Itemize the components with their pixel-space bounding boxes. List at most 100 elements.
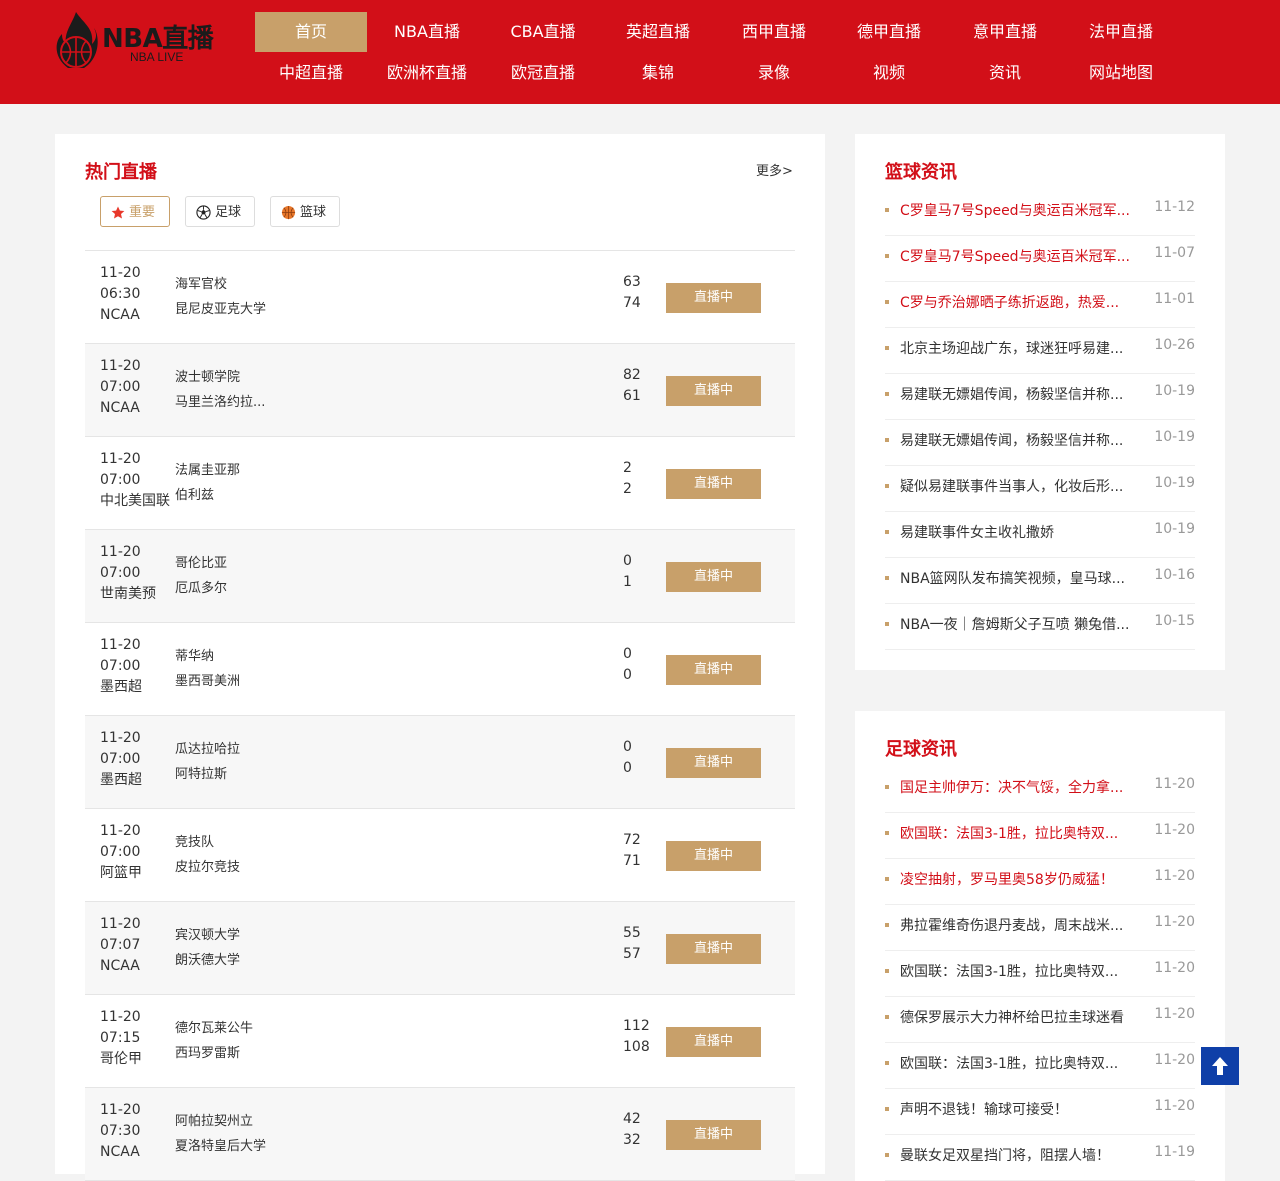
- nav-csl-live[interactable]: 中超直播: [255, 53, 367, 93]
- news-title[interactable]: 国足主帅伊万：决不气馁，全力拿...: [900, 777, 1145, 797]
- nav-laliga-live[interactable]: 西甲直播: [718, 12, 830, 52]
- nav-news[interactable]: 资讯: [949, 53, 1061, 93]
- home-score: 0: [623, 553, 632, 569]
- match-league: 中北美国联: [100, 493, 170, 509]
- news-title[interactable]: 德保罗展示大力神杯给巴拉圭球迷看: [900, 1007, 1145, 1027]
- news-item[interactable]: 欧国联：法国3-1胜，拉比奥特双... 11-20: [885, 951, 1195, 997]
- news-title[interactable]: NBA篮网队发布搞笑视频，皇马球...: [900, 568, 1145, 588]
- news-date: 11-20: [1154, 776, 1195, 792]
- news-title[interactable]: 弗拉霍维奇伤退丹麦战，周末战米...: [900, 915, 1145, 935]
- match-time: 11-20 07:00 世南美预: [100, 542, 156, 605]
- match-row[interactable]: 11-20 07:15 哥伦甲 德尔瓦莱公牛 西玛罗雷斯 112 108 直播中: [85, 995, 795, 1088]
- nav-euro-live[interactable]: 欧洲杯直播: [371, 53, 483, 93]
- nav-highlights[interactable]: 集锦: [602, 53, 714, 93]
- match-time: 11-20 07:00 墨西超: [100, 635, 142, 698]
- news-title[interactable]: 欧国联：法国3-1胜，拉比奥特双...: [900, 1053, 1145, 1073]
- match-row[interactable]: 11-20 07:00 NCAA 波士顿学院 马里兰洛约拉... 82 61 直播中: [85, 344, 795, 437]
- nav-sitemap[interactable]: 网站地图: [1065, 53, 1177, 93]
- news-item[interactable]: NBA一夜｜詹姆斯父子互喷 獭兔借... 10-15: [885, 604, 1195, 650]
- basketball-news-panel: 篮球资讯 C罗皇马7号Speed与奥运百米冠军... 11-12 C罗皇马7号Spe…: [855, 134, 1225, 670]
- news-item[interactable]: 欧国联：法国3-1胜，拉比奥特双... 11-20: [885, 1043, 1195, 1089]
- news-item[interactable]: C罗与乔治娜晒子练折返跑，热爱... 11-01: [885, 282, 1195, 328]
- news-item[interactable]: 疑似易建联事件当事人，化妆后形... 10-19: [885, 466, 1195, 512]
- news-item[interactable]: 德保罗展示大力神杯给巴拉圭球迷看 11-20: [885, 997, 1195, 1043]
- news-title[interactable]: C罗皇马7号Speed与奥运百米冠军...: [900, 246, 1145, 266]
- live-button[interactable]: 直播中: [666, 748, 761, 778]
- match-time: 11-20 06:30 NCAA: [100, 263, 141, 326]
- news-item[interactable]: NBA篮网队发布搞笑视频，皇马球... 10-16: [885, 558, 1195, 604]
- news-item[interactable]: 国足主帅伊万：决不气馁，全力拿... 11-20: [885, 767, 1195, 813]
- nav-home[interactable]: 首页: [255, 12, 367, 52]
- live-button[interactable]: 直播中: [666, 655, 761, 685]
- news-item[interactable]: 易建联无嫖娼传闻，杨毅坚信并称... 10-19: [885, 420, 1195, 466]
- news-title[interactable]: C罗皇马7号Speed与奥运百米冠军...: [900, 200, 1145, 220]
- nav-nba-live[interactable]: NBA直播: [371, 12, 483, 52]
- live-button[interactable]: 直播中: [666, 934, 761, 964]
- match-row[interactable]: 11-20 07:00 墨西超 瓜达拉哈拉 阿特拉斯 0 0 直播中: [85, 716, 795, 809]
- match-league: NCAA: [100, 1144, 140, 1160]
- live-button[interactable]: 直播中: [666, 562, 761, 592]
- live-button[interactable]: 直播中: [666, 376, 761, 406]
- news-title[interactable]: NBA一夜｜詹姆斯父子互喷 獭兔借...: [900, 614, 1145, 634]
- nav-cba-live[interactable]: CBA直播: [487, 12, 599, 52]
- news-title[interactable]: C罗与乔治娜晒子练折返跑，热爱...: [900, 292, 1145, 312]
- home-team: 瓜达拉哈拉: [175, 742, 241, 757]
- filter-football[interactable]: 足球: [185, 196, 255, 227]
- news-date: 10-19: [1154, 475, 1195, 491]
- home-score: 0: [623, 646, 632, 662]
- nav-bundesliga-live[interactable]: 德甲直播: [833, 12, 945, 52]
- news-item[interactable]: 易建联事件女主收礼撒娇 10-19: [885, 512, 1195, 558]
- match-row[interactable]: 11-20 07:00 阿篮甲 竞技队 皮拉尔竞技 72 71 直播中: [85, 809, 795, 902]
- match-clock: 07:00: [100, 844, 141, 860]
- live-button[interactable]: 直播中: [666, 1120, 761, 1150]
- news-title[interactable]: 凌空抽射，罗马里奥58岁仍威猛！: [900, 869, 1145, 889]
- back-to-top-button[interactable]: [1201, 1047, 1239, 1085]
- more-link[interactable]: 更多>: [756, 160, 793, 179]
- site-logo[interactable]: NBA直播 NBA LIVE: [54, 10, 224, 72]
- filter-basketball[interactable]: 篮球: [270, 196, 340, 227]
- live-button[interactable]: 直播中: [666, 1027, 761, 1057]
- news-item[interactable]: 声明不退钱！输球可接受！ 11-20: [885, 1089, 1195, 1135]
- match-score: 00: [623, 644, 632, 686]
- news-title[interactable]: 曼联女足双星挡门将，阻摆人墙！: [900, 1145, 1145, 1165]
- filter-important[interactable]: 重要: [100, 196, 170, 227]
- nav-replays[interactable]: 录像: [718, 53, 830, 93]
- match-teams: 宾汉顿大学 朗沃德大学: [175, 923, 395, 973]
- match-time: 11-20 07:00 墨西超: [100, 728, 142, 791]
- news-title[interactable]: 易建联无嫖娼传闻，杨毅坚信并称...: [900, 430, 1145, 450]
- bullet-icon: [885, 438, 889, 442]
- news-title[interactable]: 疑似易建联事件当事人，化妆后形...: [900, 476, 1145, 496]
- match-row[interactable]: 11-20 07:07 NCAA 宾汉顿大学 朗沃德大学 55 57 直播中: [85, 902, 795, 995]
- live-button[interactable]: 直播中: [666, 841, 761, 871]
- news-item[interactable]: C罗皇马7号Speed与奥运百米冠军... 11-12: [885, 190, 1195, 236]
- news-item[interactable]: 凌空抽射，罗马里奥58岁仍威猛！ 11-20: [885, 859, 1195, 905]
- news-title[interactable]: 声明不退钱！输球可接受！: [900, 1099, 1145, 1119]
- nav-seriea-live[interactable]: 意甲直播: [949, 12, 1061, 52]
- news-item[interactable]: 曼联女足双星挡门将，阻摆人墙！ 11-19: [885, 1135, 1195, 1181]
- news-title[interactable]: 北京主场迎战广东，球迷狂呼易建...: [900, 338, 1145, 358]
- news-title[interactable]: 易建联事件女主收礼撒娇: [900, 522, 1145, 542]
- nav-videos[interactable]: 视频: [833, 53, 945, 93]
- match-row[interactable]: 11-20 06:30 NCAA 海军官校 昆尼皮亚克大学 63 74 直播中: [85, 251, 795, 344]
- news-date: 11-20: [1154, 1098, 1195, 1114]
- news-title[interactable]: 欧国联：法国3-1胜，拉比奥特双...: [900, 823, 1145, 843]
- news-item[interactable]: 欧国联：法国3-1胜，拉比奥特双... 11-20: [885, 813, 1195, 859]
- match-row[interactable]: 11-20 07:30 NCAA 阿帕拉契州立 夏洛特皇后大学 42 32 直播中: [85, 1088, 795, 1181]
- match-league: 世南美预: [100, 586, 156, 602]
- nav-ucl-live[interactable]: 欧冠直播: [487, 53, 599, 93]
- news-item[interactable]: 易建联无嫖娼传闻，杨毅坚信并称... 10-19: [885, 374, 1195, 420]
- news-item[interactable]: 北京主场迎战广东，球迷狂呼易建... 10-26: [885, 328, 1195, 374]
- news-title[interactable]: 欧国联：法国3-1胜，拉比奥特双...: [900, 961, 1145, 981]
- match-row[interactable]: 11-20 07:00 墨西超 蒂华纳 墨西哥美洲 0 0 直播中: [85, 623, 795, 716]
- news-title[interactable]: 易建联无嫖娼传闻，杨毅坚信并称...: [900, 384, 1145, 404]
- live-button[interactable]: 直播中: [666, 469, 761, 499]
- match-time: 11-20 07:00 NCAA: [100, 356, 141, 419]
- match-row[interactable]: 11-20 07:00 中北美国联 法属圭亚那 伯利兹 2 2 直播中: [85, 437, 795, 530]
- match-row[interactable]: 11-20 07:00 世南美预 哥伦比亚 厄瓜多尔 0 1 直播中: [85, 530, 795, 623]
- live-button[interactable]: 直播中: [666, 283, 761, 313]
- news-item[interactable]: 弗拉霍维奇伤退丹麦战，周末战米... 11-20: [885, 905, 1195, 951]
- nav-ligue1-live[interactable]: 法甲直播: [1065, 12, 1177, 52]
- news-item[interactable]: C罗皇马7号Speed与奥运百米冠军... 11-07: [885, 236, 1195, 282]
- nav-epl-live[interactable]: 英超直播: [602, 12, 714, 52]
- home-team: 竞技队: [175, 835, 215, 850]
